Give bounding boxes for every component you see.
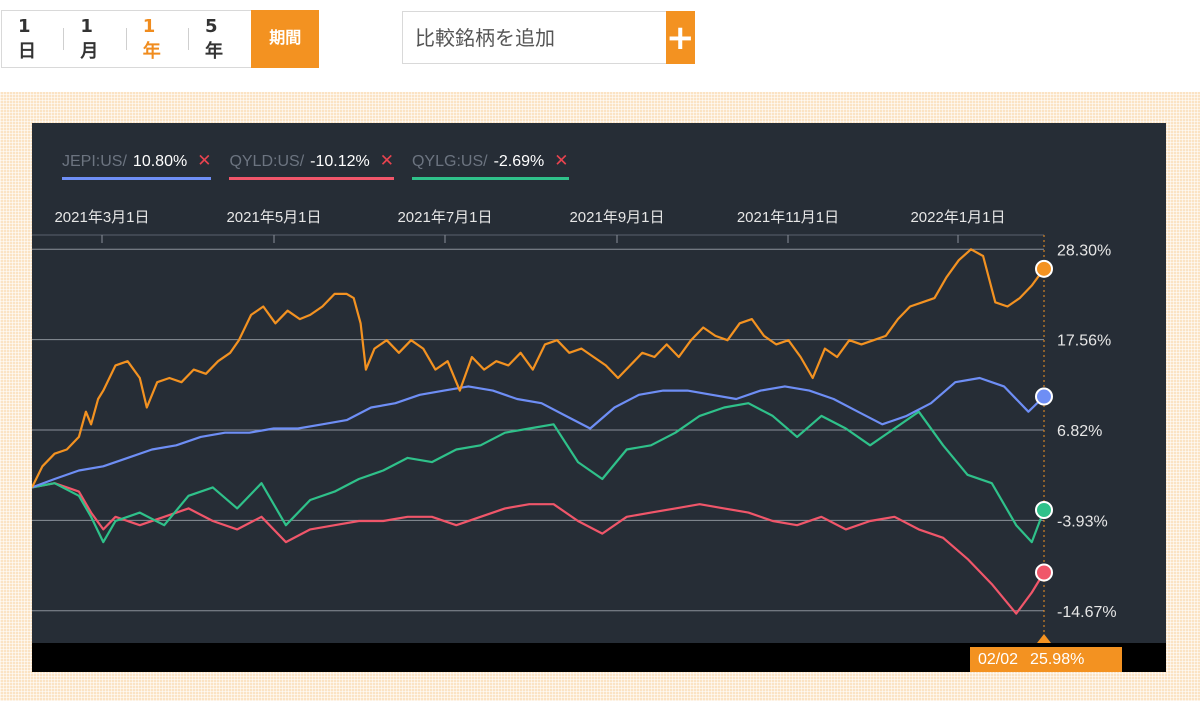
legend-value: -10.12%: [310, 153, 370, 170]
y-tick-label: 28.30%: [1057, 242, 1111, 259]
jepi-end-marker: [1035, 387, 1053, 406]
compare-symbol-box: +: [402, 11, 695, 64]
tooltip-date: 02/02: [978, 650, 1019, 668]
qylg-end-marker: [1035, 501, 1053, 520]
add-compare-button[interactable]: +: [666, 11, 695, 64]
range-1d-button[interactable]: 1日: [2, 11, 65, 67]
chart-canvas: 28.30% 17.56% 6.82% -3.93% -14.67% 2021年3月1日 2…: [32, 209, 1117, 643]
range-1m-button[interactable]: 1月: [64, 11, 128, 67]
legend-item-qyld[interactable]: QYLD:US / -10.12% ✕: [229, 151, 394, 180]
main-series-line: [32, 248, 1045, 488]
range-1y-button[interactable]: 1年: [127, 11, 190, 67]
close-icon[interactable]: ✕: [197, 151, 211, 171]
legend-symbol: QYLG:US: [411, 153, 484, 170]
x-tick-label: 2022年1月1日: [910, 209, 1005, 226]
legend-value: -2.69%: [493, 153, 545, 170]
period-button[interactable]: 期間: [251, 10, 319, 68]
x-tick-label: 2021年9月1日: [569, 209, 664, 226]
performance-chart: 28.30% 17.56% 6.82% -3.93% -14.67% 2021年3月1日 2…: [32, 123, 1166, 672]
y-tick-label: 17.56%: [1057, 333, 1111, 350]
legend-symbol: QYLD:US: [229, 153, 300, 170]
legend-separator: /: [122, 153, 127, 170]
compare-symbol-input[interactable]: [403, 12, 666, 63]
legend-value: 10.80%: [132, 153, 188, 170]
close-icon[interactable]: ✕: [380, 151, 394, 171]
legend-separator: /: [483, 153, 488, 170]
y-tick-label: -3.93%: [1057, 513, 1108, 530]
y-tick-label: 6.82%: [1057, 423, 1102, 440]
range-selector: 1日 1月 1年 5年 期間: [1, 10, 319, 68]
x-tick-label: 2021年5月1日: [226, 209, 321, 226]
legend-symbol: JEPI:US: [62, 153, 123, 170]
x-tick-label: 2021年7月1日: [397, 209, 492, 226]
crosshair-tooltip: 02/02 25.98%: [970, 647, 1122, 672]
legend-separator: /: [299, 153, 305, 170]
legend-item-jepi[interactable]: JEPI:US / 10.80% ✕: [62, 151, 212, 180]
qyld-end-marker: [1035, 563, 1053, 582]
main-end-marker: [1035, 259, 1053, 278]
qylg-series-line: [32, 402, 1046, 544]
x-tick-label: 2021年3月1日: [54, 209, 149, 226]
legend: JEPI:US / 10.80% ✕ QYLD:US / -10.12% ✕ Q…: [62, 151, 569, 180]
jepi-series-line: [32, 376, 1045, 489]
close-icon[interactable]: ✕: [554, 151, 568, 171]
legend-item-qylg[interactable]: QYLG:US / -2.69% ✕: [411, 151, 569, 180]
range-5y-button[interactable]: 5年: [189, 11, 251, 67]
tooltip-value: 25.98%: [1030, 650, 1085, 668]
x-tick-label: 2021年11月1日: [737, 209, 839, 226]
crosshair-marker: [1037, 634, 1051, 643]
y-tick-label: -14.67%: [1057, 604, 1117, 621]
